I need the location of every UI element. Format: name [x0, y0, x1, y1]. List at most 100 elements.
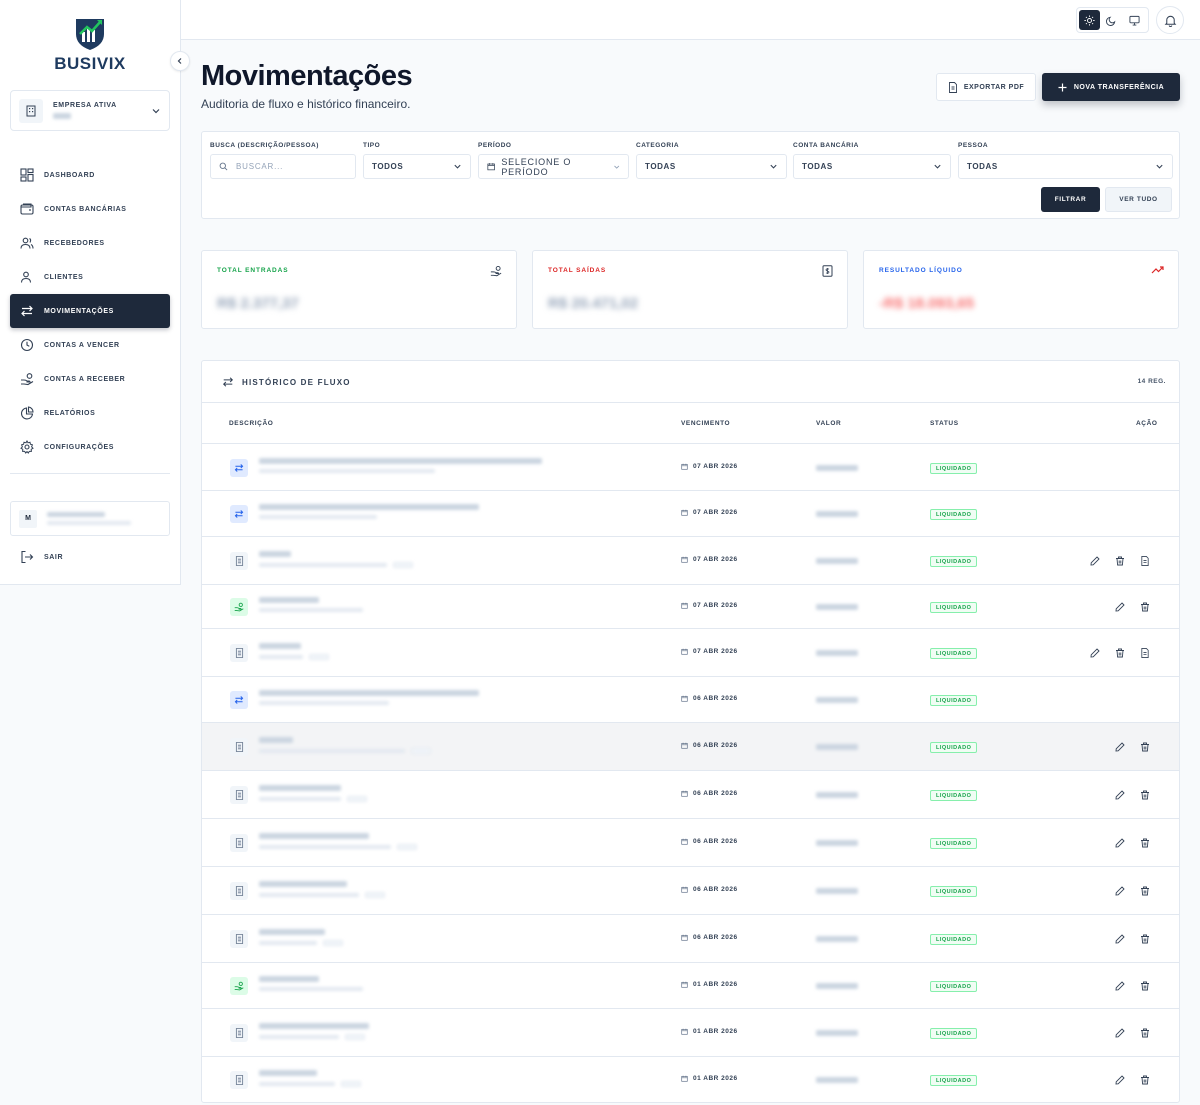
row-edit-button[interactable]	[1113, 600, 1127, 614]
sidebar-item-relatorios[interactable]: RELATÓRIOS	[10, 396, 170, 430]
row-edit-button[interactable]	[1113, 1026, 1127, 1040]
sidebar-item-configuracoes[interactable]: CONFIGURAÇÕES	[10, 430, 170, 464]
chevron-down-icon	[152, 108, 160, 113]
logout-button[interactable]: SAIR	[20, 550, 63, 564]
document-icon	[230, 834, 248, 852]
sidebar-item-contas-a-vencer[interactable]: CONTAS A VENCER	[10, 328, 170, 362]
table-row[interactable]: 06 ABR 2026 LIQUIDADO	[202, 771, 1179, 819]
row-edit-button[interactable]	[1113, 884, 1127, 898]
document-icon	[230, 930, 248, 948]
row-date-text: 01 ABR 2026	[693, 1028, 738, 1035]
row-description-redacted	[259, 597, 363, 612]
row-delete-button[interactable]	[1138, 932, 1152, 946]
status-badge: LIQUIDADO	[930, 790, 978, 801]
table-row[interactable]: 07 ABR 2026 LIQUIDADO	[202, 629, 1179, 677]
stat-card-resultado: RESULTADO LÍQUIDO -R$ 18.093,65	[863, 250, 1179, 329]
row-description-redacted	[259, 929, 343, 946]
row-delete-button[interactable]	[1138, 1073, 1152, 1087]
row-delete-button[interactable]	[1138, 788, 1152, 802]
row-date-text: 06 ABR 2026	[693, 934, 738, 941]
user-info-redacted	[47, 512, 131, 525]
row-delete-button[interactable]	[1138, 884, 1152, 898]
table-row[interactable]: 01 ABR 2026 LIQUIDADO	[202, 963, 1179, 1009]
transfer-icon	[222, 377, 234, 387]
pencil-icon	[1090, 556, 1100, 566]
table-title-label: HISTÓRICO DE FLUXO	[242, 377, 351, 387]
pencil-icon	[1115, 602, 1125, 612]
row-description-redacted	[259, 881, 385, 898]
theme-light-button[interactable]	[1079, 10, 1101, 30]
pessoa-select[interactable]: TODAS	[958, 154, 1173, 179]
pencil-icon	[1115, 742, 1125, 752]
row-edit-button[interactable]	[1113, 932, 1127, 946]
chevron-down-icon	[613, 165, 619, 169]
trash-icon	[1140, 981, 1150, 991]
categoria-select[interactable]: TODAS	[636, 154, 787, 179]
transfer-icon	[230, 691, 248, 709]
pessoa-label: PESSOA	[958, 142, 989, 149]
row-edit-button[interactable]	[1088, 646, 1102, 660]
search-input[interactable]: BUSCAR...	[210, 154, 356, 179]
notifications-button[interactable]	[1156, 6, 1184, 34]
filter-button[interactable]: FILTRAR	[1041, 187, 1100, 212]
row-receipt-button[interactable]	[1138, 554, 1152, 568]
user-profile-card[interactable]: M	[10, 501, 170, 536]
theme-dark-button[interactable]	[1101, 10, 1122, 30]
row-delete-button[interactable]	[1138, 600, 1152, 614]
row-date-text: 01 ABR 2026	[693, 1075, 738, 1082]
sidebar-item-clientes[interactable]: CLIENTES	[10, 260, 170, 294]
row-delete-button[interactable]	[1138, 1026, 1152, 1040]
row-delete-button[interactable]	[1113, 554, 1127, 568]
sidebar-item-movimentacoes[interactable]: MOVIMENTAÇÕES	[10, 294, 170, 328]
row-edit-button[interactable]	[1113, 740, 1127, 754]
new-transfer-button[interactable]: NOVA TRANSFERÊNCIA	[1042, 73, 1180, 101]
table-row[interactable]: 01 ABR 2026 LIQUIDADO	[202, 1009, 1179, 1057]
tipo-select[interactable]: TODOS	[363, 154, 471, 179]
table-title: HISTÓRICO DE FLUXO	[222, 376, 351, 388]
row-edit-button[interactable]	[1113, 979, 1127, 993]
brand-logo[interactable]: BUSIVIX	[50, 14, 130, 74]
company-selector[interactable]: EMPRESA ATIVA	[10, 90, 170, 131]
table-row[interactable]: 07 ABR 2026 LIQUIDADO	[202, 445, 1179, 491]
table-row[interactable]: 07 ABR 2026 LIQUIDADO	[202, 585, 1179, 629]
row-edit-button[interactable]	[1113, 788, 1127, 802]
export-pdf-button[interactable]: EXPORTAR PDF	[936, 73, 1036, 101]
clock-icon	[20, 338, 34, 352]
conta-value: TODAS	[802, 162, 833, 171]
calendar-icon	[681, 742, 688, 749]
row-due-date: 06 ABR 2026	[681, 695, 738, 702]
periodo-picker[interactable]: SELECIONE O PERÍODO	[478, 154, 629, 179]
conta-select[interactable]: TODAS	[793, 154, 951, 179]
row-delete-button[interactable]	[1138, 979, 1152, 993]
sidebar-item-dashboard[interactable]: DASHBOARD	[10, 158, 170, 192]
table-row[interactable]: 07 ABR 2026 LIQUIDADO	[202, 491, 1179, 537]
sidebar-collapse-button[interactable]	[170, 51, 190, 71]
row-delete-button[interactable]	[1113, 646, 1127, 660]
table-row[interactable]: 06 ABR 2026 LIQUIDADO	[202, 915, 1179, 963]
status-badge: LIQUIDADO	[930, 463, 978, 474]
row-edit-button[interactable]	[1088, 554, 1102, 568]
status-badge: LIQUIDADO	[930, 1075, 978, 1086]
table-row[interactable]: 06 ABR 2026 LIQUIDADO	[202, 723, 1179, 771]
calendar-icon	[487, 163, 495, 171]
sidebar-item-recebedores[interactable]: RECEBEDORES	[10, 226, 170, 260]
status-badge: LIQUIDADO	[930, 648, 978, 659]
sidebar-item-contas-a-receber[interactable]: CONTAS A RECEBER	[10, 362, 170, 396]
table-row[interactable]: 06 ABR 2026 LIQUIDADO	[202, 867, 1179, 915]
row-delete-button[interactable]	[1138, 836, 1152, 850]
show-all-button[interactable]: VER TUDO	[1105, 187, 1172, 212]
tipo-label: TIPO	[363, 142, 381, 149]
stat-entradas-value: R$ 2.377,37	[217, 295, 299, 312]
row-value-redacted	[816, 511, 858, 517]
row-delete-button[interactable]	[1138, 740, 1152, 754]
table-row[interactable]: 01 ABR 2026 LIQUIDADO	[202, 1057, 1179, 1102]
document-icon	[230, 1024, 248, 1042]
theme-system-button[interactable]	[1124, 10, 1145, 30]
row-edit-button[interactable]	[1113, 836, 1127, 850]
row-edit-button[interactable]	[1113, 1073, 1127, 1087]
row-receipt-button[interactable]	[1138, 646, 1152, 660]
sidebar-item-contas-bancarias[interactable]: CONTAS BANCÁRIAS	[10, 192, 170, 226]
table-row[interactable]: 06 ABR 2026 LIQUIDADO	[202, 677, 1179, 723]
table-row[interactable]: 07 ABR 2026 LIQUIDADO	[202, 537, 1179, 585]
table-row[interactable]: 06 ABR 2026 LIQUIDADO	[202, 819, 1179, 867]
